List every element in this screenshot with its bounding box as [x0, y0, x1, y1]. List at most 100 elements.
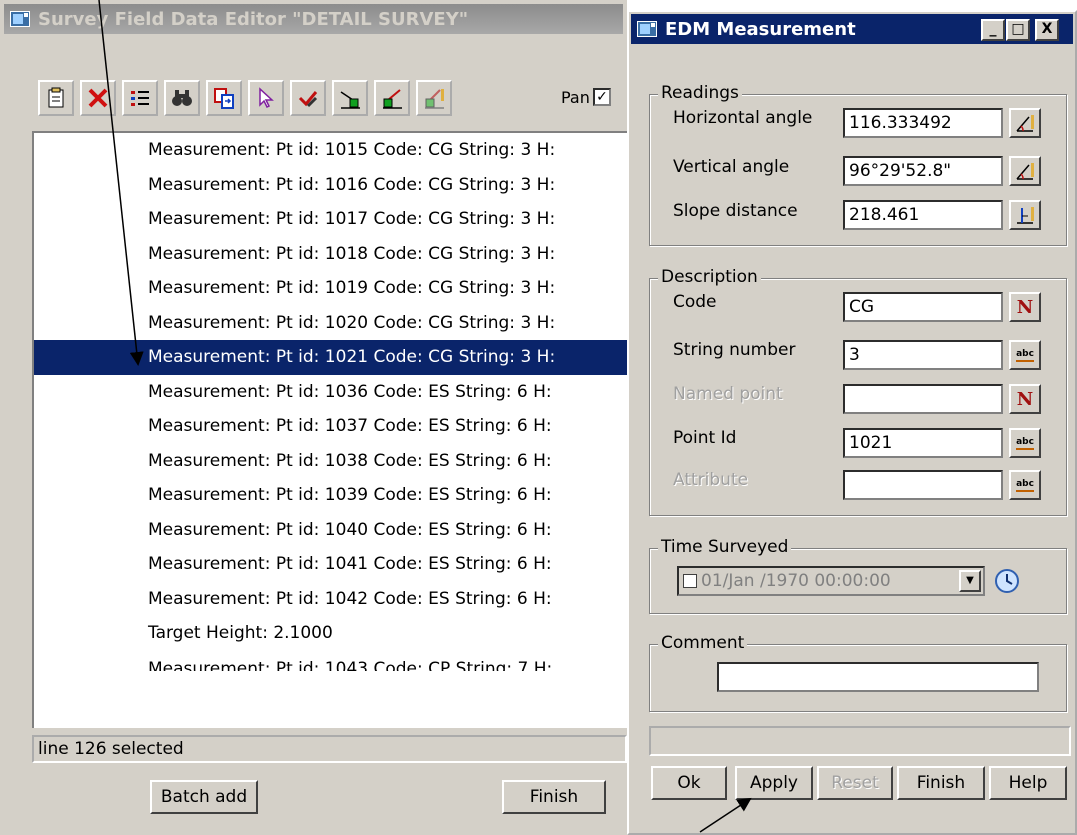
angle-icon [1016, 163, 1034, 180]
apply-button[interactable]: Apply [735, 766, 813, 800]
point-id-text-button[interactable]: abc [1009, 428, 1041, 458]
edit-icon [383, 89, 402, 109]
new-record-icon [48, 87, 64, 108]
abc-text-icon: abc [1016, 479, 1034, 492]
survey-editor-titlebar[interactable]: Survey Field Data Editor "DETAIL SURVEY" [4, 4, 623, 34]
list-item[interactable]: Measurement: Pt id: 1017 Code: CG String… [34, 202, 627, 237]
named-point-input[interactable] [843, 384, 1003, 414]
station-button[interactable] [332, 80, 368, 116]
list-item[interactable]: Measurement: Pt id: 1036 Code: ES String… [34, 375, 627, 410]
list-item[interactable]: Measurement: Pt id: 1020 Code: CG String… [34, 306, 627, 341]
dialog-window-icon [637, 21, 657, 37]
point-id-input[interactable]: 1021 [843, 428, 1003, 458]
tools-icon [298, 91, 318, 108]
list-button[interactable] [122, 80, 158, 116]
horizontal-angle-label: Horizontal angle [673, 108, 813, 128]
finish-button-dialog[interactable]: Finish [897, 766, 985, 800]
list-item[interactable]: Measurement: Pt id: 1040 Code: ES String… [34, 513, 627, 548]
comment-input[interactable] [717, 662, 1039, 692]
list-icon [131, 91, 149, 106]
minimize-button[interactable]: _ [981, 19, 1005, 41]
pan-checkbox[interactable]: ✓ [593, 88, 611, 106]
pointer-icon [259, 87, 274, 109]
attribute-text-button[interactable]: abc [1009, 470, 1041, 500]
list-item[interactable]: Measurement: Pt id: 1018 Code: CG String… [34, 237, 627, 272]
string-number-text-button[interactable]: abc [1009, 340, 1041, 370]
point-id-label: Point Id [673, 428, 737, 448]
list-item[interactable]: Measurement: Pt id: 1038 Code: ES String… [34, 444, 627, 479]
abc-text-icon: abc [1016, 437, 1034, 450]
edm-measurement-dialog: EDM Measurement _ □ X Readings Horizonta… [627, 10, 1077, 835]
edit-point-button[interactable] [374, 80, 410, 116]
clock-icon [995, 569, 1019, 593]
survey-editor-title: Survey Field Data Editor "DETAIL SURVEY" [38, 8, 469, 30]
time-surveyed-combo[interactable]: 01/Jan /1970 00:00:00 ▼ [677, 566, 985, 596]
code-name-picker-button[interactable]: N [1009, 292, 1041, 322]
delete-icon [88, 88, 108, 108]
description-group-title: Description [658, 267, 761, 287]
named-point-picker-button[interactable]: N [1009, 384, 1041, 414]
select-button[interactable] [248, 80, 284, 116]
dialog-message-bar [649, 726, 1071, 756]
tools-button[interactable] [290, 80, 326, 116]
list-item[interactable]: Measurement: Pt id: 1043 Code: CP String… [34, 651, 627, 671]
time-enable-checkbox[interactable] [683, 574, 697, 588]
close-button[interactable]: X [1035, 19, 1059, 41]
copy-icon [214, 88, 234, 109]
horizontal-angle-picker-button[interactable] [1009, 108, 1041, 138]
edm-title: EDM Measurement [665, 18, 856, 40]
measurement-list[interactable]: Measurement: Pt id: 1015 Code: CG String… [32, 131, 627, 728]
attribute-label: Attribute [673, 470, 749, 490]
horizontal-angle-input[interactable]: 116.333492 [843, 108, 1003, 138]
vertical-angle-picker-button[interactable] [1009, 156, 1041, 186]
ok-button[interactable]: Ok [651, 766, 727, 800]
list-item[interactable]: Measurement: Pt id: 1037 Code: ES String… [34, 409, 627, 444]
slope-distance-label: Slope distance [673, 201, 798, 221]
delete-button[interactable] [80, 80, 116, 116]
list-item[interactable]: Measurement: Pt id: 1016 Code: CG String… [34, 168, 627, 203]
new-record-button[interactable] [38, 80, 74, 116]
list-item[interactable]: Measurement: Pt id: 1019 Code: CG String… [34, 271, 627, 306]
name-n-icon: N [1016, 296, 1034, 318]
list-item[interactable]: Measurement: Pt id: 1041 Code: ES String… [34, 547, 627, 582]
name-n-icon: N [1016, 388, 1034, 410]
chevron-down-icon[interactable]: ▼ [959, 570, 981, 592]
batch-add-button[interactable]: Batch add [150, 780, 258, 814]
string-number-label: String number [673, 340, 796, 360]
time-surveyed-value: 01/Jan /1970 00:00:00 [701, 571, 891, 591]
survey-editor-window: Survey Field Data Editor "DETAIL SURVEY"… [0, 0, 627, 835]
abc-text-icon: abc [1016, 349, 1034, 362]
maximize-button[interactable]: □ [1006, 19, 1030, 41]
binoculars-icon [172, 90, 192, 106]
code-input[interactable]: CG [843, 292, 1003, 322]
copy-button[interactable] [206, 80, 242, 116]
status-bar: line 126 selected [32, 735, 627, 763]
slope-distance-picker-button[interactable] [1009, 200, 1041, 230]
time-now-button[interactable] [991, 564, 1023, 598]
angle-icon [1016, 115, 1034, 132]
list-item-selected[interactable]: Measurement: Pt id: 1021 Code: CG String… [34, 340, 627, 375]
string-number-input[interactable]: 3 [843, 340, 1003, 370]
finish-button-left[interactable]: Finish [502, 780, 606, 814]
reset-button[interactable]: Reset [817, 766, 893, 800]
list-item[interactable]: Measurement: Pt id: 1039 Code: ES String… [34, 478, 627, 513]
help-button[interactable]: Help [989, 766, 1067, 800]
disabled-edit-icon [425, 89, 444, 109]
list-item[interactable]: Target Height: 2.1000 [34, 616, 627, 651]
comment-group-title: Comment [658, 633, 748, 653]
station-icon [340, 91, 360, 109]
vertical-angle-label: Vertical angle [673, 157, 790, 177]
pan-label: Pan [561, 88, 590, 107]
slope-distance-input[interactable]: 218.461 [843, 200, 1003, 230]
app-window-icon [10, 11, 30, 27]
readings-group-title: Readings [658, 83, 742, 103]
find-button[interactable] [164, 80, 200, 116]
disabled-edit-button[interactable] [416, 80, 452, 116]
distance-icon [1017, 207, 1034, 224]
list-item[interactable]: Measurement: Pt id: 1042 Code: ES String… [34, 582, 627, 617]
attribute-input[interactable] [843, 470, 1003, 500]
code-label: Code [673, 292, 717, 312]
list-item[interactable]: Measurement: Pt id: 1015 Code: CG String… [34, 133, 627, 168]
vertical-angle-input[interactable]: 96°29'52.8" [843, 156, 1003, 186]
time-surveyed-group-title: Time Surveyed [658, 537, 792, 557]
